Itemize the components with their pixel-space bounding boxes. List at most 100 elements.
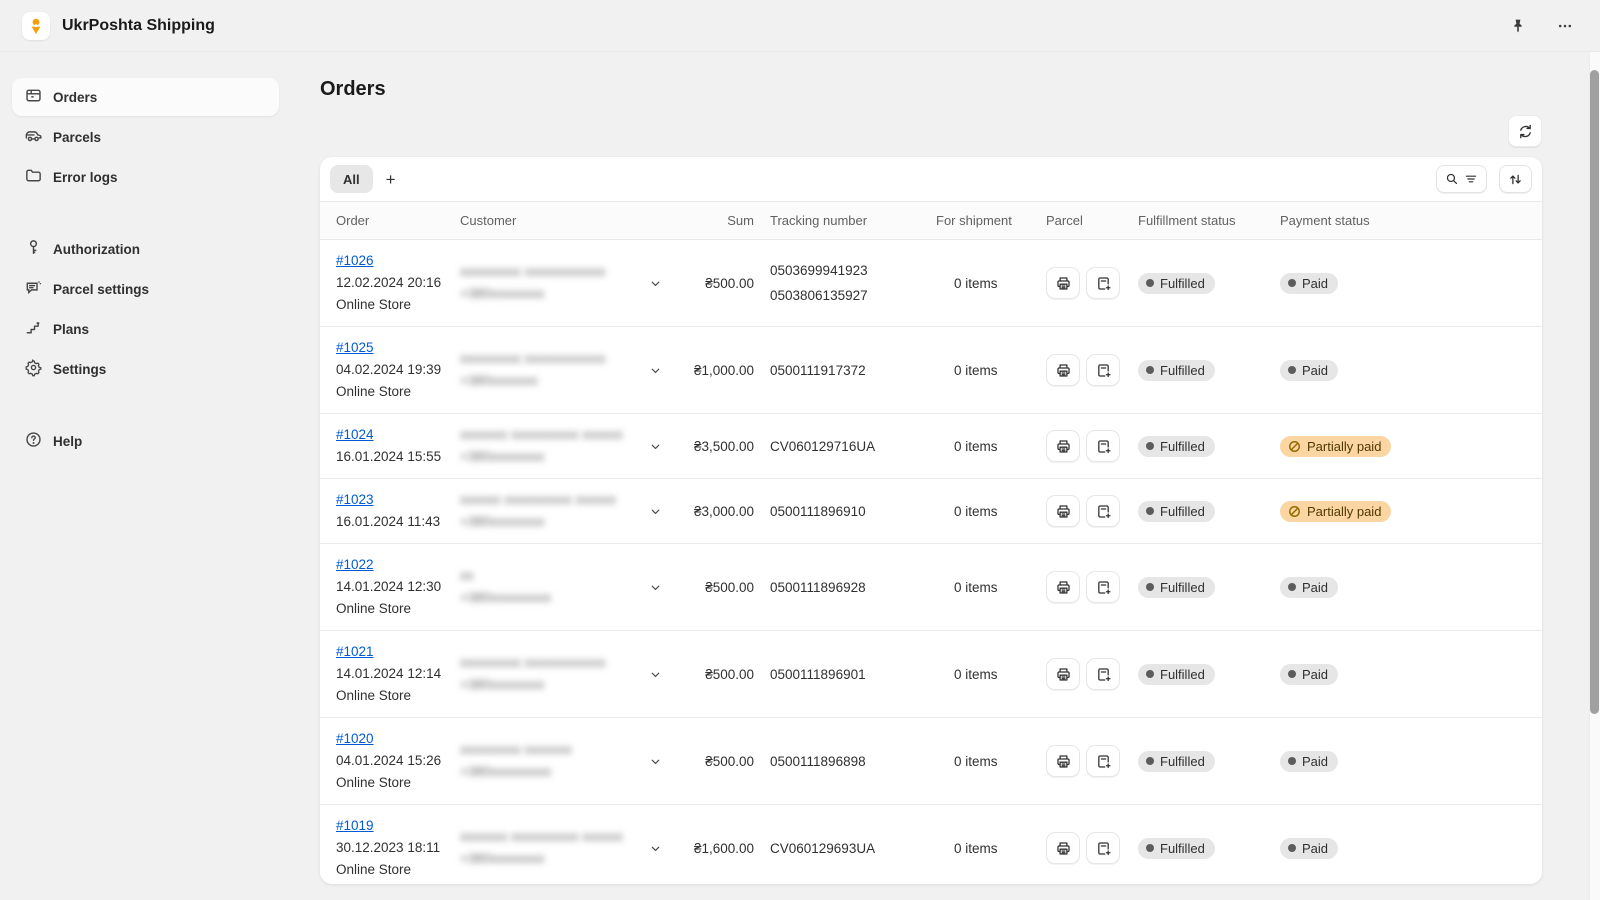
print-button[interactable]: [1046, 832, 1080, 864]
printer-icon: [1055, 275, 1072, 292]
customer-name: xx: [460, 565, 551, 587]
payment-label: Paid: [1302, 667, 1328, 682]
sidebar-item-label: Orders: [53, 90, 97, 105]
order-link[interactable]: #1020: [336, 728, 444, 750]
customer-phone: +380xxxxxxxx: [460, 674, 606, 696]
parcel-add-icon: [1095, 666, 1112, 683]
order-date: 30.12.2023 18:11: [336, 837, 444, 859]
for-shipment: 0 items: [928, 414, 1038, 479]
payment-badge: Paid: [1280, 664, 1338, 685]
create-parcel-button[interactable]: [1086, 495, 1120, 527]
for-shipment: 0 items: [928, 327, 1038, 414]
customer-name: xxxxxxx xxxxxxxxxx xxxxxx: [460, 424, 623, 446]
print-button[interactable]: [1046, 495, 1080, 527]
print-button[interactable]: [1046, 571, 1080, 603]
refresh-icon: [1517, 123, 1534, 140]
chevron-down-icon[interactable]: [649, 842, 662, 855]
chevron-down-icon[interactable]: [649, 581, 662, 594]
order-link[interactable]: #1023: [336, 489, 444, 511]
order-link[interactable]: #1024: [336, 424, 444, 446]
sidebar-item-authorization[interactable]: Authorization: [12, 230, 279, 268]
key-icon: [24, 238, 43, 260]
tracking-numbers: 0500111917372: [762, 327, 928, 414]
order-sum: ₴3,000.00: [670, 479, 762, 544]
chevron-down-icon[interactable]: [649, 755, 662, 768]
print-button[interactable]: [1046, 354, 1080, 386]
app-logo: [22, 12, 50, 40]
customer-phone: +380xxxxxxx: [460, 370, 606, 392]
col-tracking: Tracking number: [762, 202, 928, 240]
create-parcel-button[interactable]: [1086, 354, 1120, 386]
sidebar-item-plans[interactable]: Plans: [12, 310, 279, 348]
payment-label: Paid: [1302, 754, 1328, 769]
tracking-numbers: 0500111896898: [762, 718, 928, 805]
customer-name: xxxxxx xxxxxxxxxx xxxxxx: [460, 489, 616, 511]
order-link[interactable]: #1021: [336, 641, 444, 663]
order-link[interactable]: #1026: [336, 250, 444, 272]
create-parcel-button[interactable]: [1086, 571, 1120, 603]
sidebar-item-orders[interactable]: Orders: [12, 78, 279, 116]
partially-paid-icon: [1288, 440, 1301, 453]
payment-label: Paid: [1302, 841, 1328, 856]
sidebar-item-error-logs[interactable]: Error logs: [12, 158, 279, 196]
order-link[interactable]: #1022: [336, 554, 444, 576]
refresh-button[interactable]: [1508, 115, 1542, 147]
table-row: #1020 04.01.2024 15:26 Online Store xxxx…: [320, 718, 1542, 805]
tab-all[interactable]: All: [330, 165, 373, 193]
status-dot-icon: [1146, 507, 1154, 515]
print-button[interactable]: [1046, 430, 1080, 462]
create-parcel-button[interactable]: [1086, 430, 1120, 462]
for-shipment: 0 items: [928, 718, 1038, 805]
sidebar-item-help[interactable]: Help: [12, 422, 279, 460]
paid-dot-icon: [1288, 670, 1296, 678]
printer-icon: [1055, 438, 1072, 455]
print-button[interactable]: [1046, 658, 1080, 690]
payment-label: Partially paid: [1307, 439, 1381, 454]
chevron-down-icon[interactable]: [649, 440, 662, 453]
sidebar-item-label: Error logs: [53, 170, 118, 185]
chevron-down-icon[interactable]: [649, 668, 662, 681]
printer-icon: [1055, 503, 1072, 520]
order-link[interactable]: #1019: [336, 815, 444, 837]
order-channel: Online Store: [336, 685, 444, 707]
search-and-filter-button[interactable]: [1436, 165, 1487, 193]
order-channel: Online Store: [336, 381, 444, 403]
parcel-add-icon: [1095, 362, 1112, 379]
col-for-shipment: For shipment: [928, 202, 1038, 240]
parcel-add-icon: [1095, 275, 1112, 292]
create-parcel-button[interactable]: [1086, 832, 1120, 864]
add-view-button[interactable]: +: [377, 165, 405, 193]
sidebar-item-label: Parcel settings: [53, 282, 149, 297]
pin-app-button[interactable]: [1506, 14, 1530, 38]
fulfillment-badge: Fulfilled: [1138, 273, 1215, 294]
sort-button[interactable]: [1499, 165, 1532, 193]
order-link[interactable]: #1025: [336, 337, 444, 359]
print-button[interactable]: [1046, 745, 1080, 777]
create-parcel-button[interactable]: [1086, 658, 1120, 690]
order-date: 12.02.2024 20:16: [336, 272, 444, 294]
sidebar-item-parcels[interactable]: Parcels: [12, 118, 279, 156]
customer-phone: +380xxxxxxxxx: [460, 761, 572, 783]
parcel-add-icon: [1095, 438, 1112, 455]
status-dot-icon: [1146, 279, 1154, 287]
more-menu-button[interactable]: [1552, 14, 1578, 38]
payment-badge: Paid: [1280, 577, 1338, 598]
chevron-down-icon[interactable]: [649, 277, 662, 290]
print-button[interactable]: [1046, 267, 1080, 299]
for-shipment: 0 items: [928, 631, 1038, 718]
chevron-down-icon[interactable]: [649, 505, 662, 518]
create-parcel-button[interactable]: [1086, 745, 1120, 777]
payment-badge: Paid: [1280, 751, 1338, 772]
printer-icon: [1055, 753, 1072, 770]
order-channel: Online Store: [336, 294, 444, 316]
scrollbar-thumb[interactable]: [1590, 70, 1599, 714]
for-shipment: 0 items: [928, 240, 1038, 327]
sidebar-item-parcel-settings[interactable]: Parcel settings: [12, 270, 279, 308]
sidebar-item-settings[interactable]: Settings: [12, 350, 279, 388]
order-channel: Online Store: [336, 859, 444, 881]
fulfillment-label: Fulfilled: [1160, 667, 1205, 682]
chevron-down-icon[interactable]: [649, 364, 662, 377]
tracking-numbers: CV060129716UA: [762, 414, 928, 479]
order-sum: ₴500.00: [670, 718, 762, 805]
create-parcel-button[interactable]: [1086, 267, 1120, 299]
